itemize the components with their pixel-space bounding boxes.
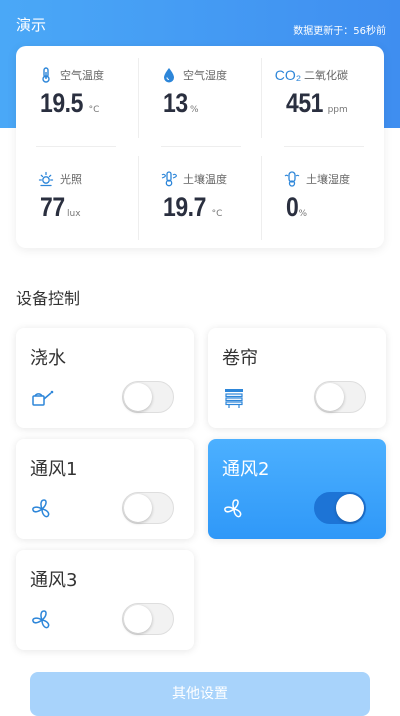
device-name: 浇水 [30, 348, 66, 369]
co2-icon: CO₂ [274, 67, 302, 83]
water-drop-icon [161, 67, 177, 83]
sensor-light: 光照 77 lux [16, 150, 138, 246]
sensor-label: 二氧化碳 [304, 69, 348, 82]
watering-can-icon [30, 386, 54, 410]
sensor-air-temperature: 空气温度 19.5 °C [16, 46, 138, 142]
sun-icon [38, 171, 54, 187]
sensor-value: 0 [286, 192, 299, 222]
soil-moisture-icon [284, 171, 300, 187]
ventilation-2-toggle[interactable] [314, 492, 366, 524]
sensor-co2: CO₂ 二氧化碳 451 ppm [262, 46, 384, 142]
device-card-ventilation-2: 通风2 [208, 439, 386, 539]
fan-icon [222, 497, 246, 521]
sensor-label: 土壤温度 [183, 173, 227, 186]
device-name: 卷帘 [222, 348, 258, 369]
sensor-unit: % [298, 209, 308, 219]
sensor-value: 13 [163, 88, 188, 118]
roller-blind-toggle[interactable] [314, 381, 366, 413]
divider [284, 146, 364, 147]
sensor-unit: ppm [327, 105, 348, 115]
thermometer-icon [38, 67, 54, 83]
ventilation-1-toggle[interactable] [122, 492, 174, 524]
sensor-value: 451 [286, 88, 324, 118]
soil-temperature-icon [161, 171, 177, 187]
divider [161, 146, 241, 147]
roller-blind-icon [222, 386, 246, 410]
sensor-unit: °C [211, 209, 223, 219]
divider [36, 146, 116, 147]
sensor-unit: lux [67, 209, 81, 219]
sensor-soil-moisture: 土壤湿度 0 % [262, 150, 384, 246]
sensor-value: 77 [40, 192, 65, 222]
sensor-value: 19.5 [40, 88, 83, 118]
device-name: 通风2 [222, 459, 270, 480]
sensor-air-humidity: 空气湿度 13 % [139, 46, 261, 142]
sensor-label: 土壤湿度 [306, 173, 350, 186]
other-settings-button[interactable]: 其他设置 [30, 672, 370, 716]
app-title: 演示 [16, 16, 47, 34]
watering-toggle[interactable] [122, 381, 174, 413]
device-card-ventilation-1: 通风1 [16, 439, 194, 539]
fan-icon [30, 608, 54, 632]
device-name: 通风1 [30, 459, 78, 480]
section-title-device-control: 设备控制 [16, 289, 81, 308]
update-time-text: 数据更新于：56秒前 [293, 26, 386, 37]
device-name: 通风3 [30, 570, 78, 591]
sensor-soil-temperature: 土壤温度 19.7 °C [139, 150, 261, 246]
sensor-unit: °C [88, 105, 100, 115]
sensor-value: 19.7 [163, 192, 206, 222]
sensor-label: 光照 [60, 173, 82, 186]
sensor-unit: % [190, 105, 199, 115]
ventilation-3-toggle[interactable] [122, 603, 174, 635]
fan-icon [30, 497, 54, 521]
device-card-roller-blind: 卷帘 [208, 328, 386, 428]
device-card-ventilation-3: 通风3 [16, 550, 194, 650]
sensor-panel: 空气温度 19.5 °C 空气湿度 13 % CO₂ 二氧化碳 451 ppm … [16, 46, 384, 248]
device-card-watering: 浇水 [16, 328, 194, 428]
sensor-label: 空气温度 [60, 69, 104, 82]
sensor-label: 空气湿度 [183, 69, 227, 82]
